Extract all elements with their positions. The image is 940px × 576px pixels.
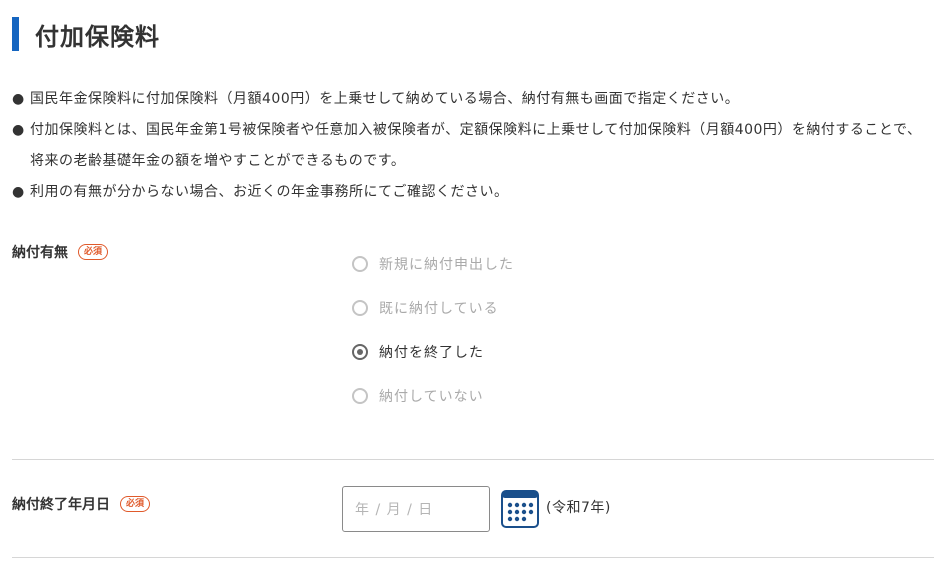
end-date-label-text: 納付終了年月日 [12,497,110,513]
radio-label: 納付を終了した [379,345,484,361]
date-placeholder: 年 / 月 / 日 [355,502,434,518]
payment-status-radio-group: 新規に納付申出した 既に納付している 納付を終了した 納付していない [352,242,514,418]
bullet-icon: ● [12,184,25,200]
radio-checked-icon[interactable] [352,344,368,360]
payment-status-label: 納付有無 必須 [12,242,109,262]
required-badge: 必須 [120,496,151,512]
bullet-icon: ● [12,91,25,107]
radio-unchecked-icon[interactable] [352,388,368,404]
note-text: 付加保険料とは、国民年金第1号被保険者や任意加入被保険者が、定額保険料に上乗せし… [30,122,922,169]
title-accent-bar [12,17,19,51]
radio-unchecked-icon[interactable] [352,256,368,272]
radio-unchecked-icon[interactable] [352,300,368,316]
notes-list: ● 国民年金保険料に付加保険料（月額400円）を上乗せして納めている場合、納付有… [12,84,932,208]
note-text: 国民年金保険料に付加保険料（月額400円）を上乗せして納めている場合、納付有無も… [30,91,740,107]
end-date-input[interactable]: 年 / 月 / 日 [342,486,490,532]
calendar-button[interactable] [501,490,539,528]
radio-label: 納付していない [379,389,484,405]
calendar-icon [501,490,539,528]
required-badge: 必須 [78,244,109,260]
end-date-label: 納付終了年月日 必須 [12,494,151,514]
divider [12,459,934,460]
radio-option-already-paying[interactable]: 既に納付している [352,286,514,330]
note-item: ● 国民年金保険料に付加保険料（月額400円）を上乗せして納めている場合、納付有… [12,84,932,115]
radio-option-payment-ended[interactable]: 納付を終了した [352,330,514,374]
payment-status-label-text: 納付有無 [12,245,68,261]
section-title: 付加保険料 [35,22,160,51]
note-item: ● 利用の有無が分からない場合、お近くの年金事務所にてご確認ください。 [12,177,932,208]
radio-label: 新規に納付申出した [379,257,514,273]
radio-option-not-paying[interactable]: 納付していない [352,374,514,418]
radio-option-new-application[interactable]: 新規に納付申出した [352,242,514,286]
note-item: ● 付加保険料とは、国民年金第1号被保険者や任意加入被保険者が、定額保険料に上乗… [12,115,932,177]
note-text: 利用の有無が分からない場合、お近くの年金事務所にてご確認ください。 [30,184,509,200]
section-header: 付加保険料 [12,16,160,52]
bullet-icon: ● [12,122,25,138]
divider [12,557,934,558]
era-note: (令和7年) [546,500,611,516]
radio-label: 既に納付している [379,301,499,317]
